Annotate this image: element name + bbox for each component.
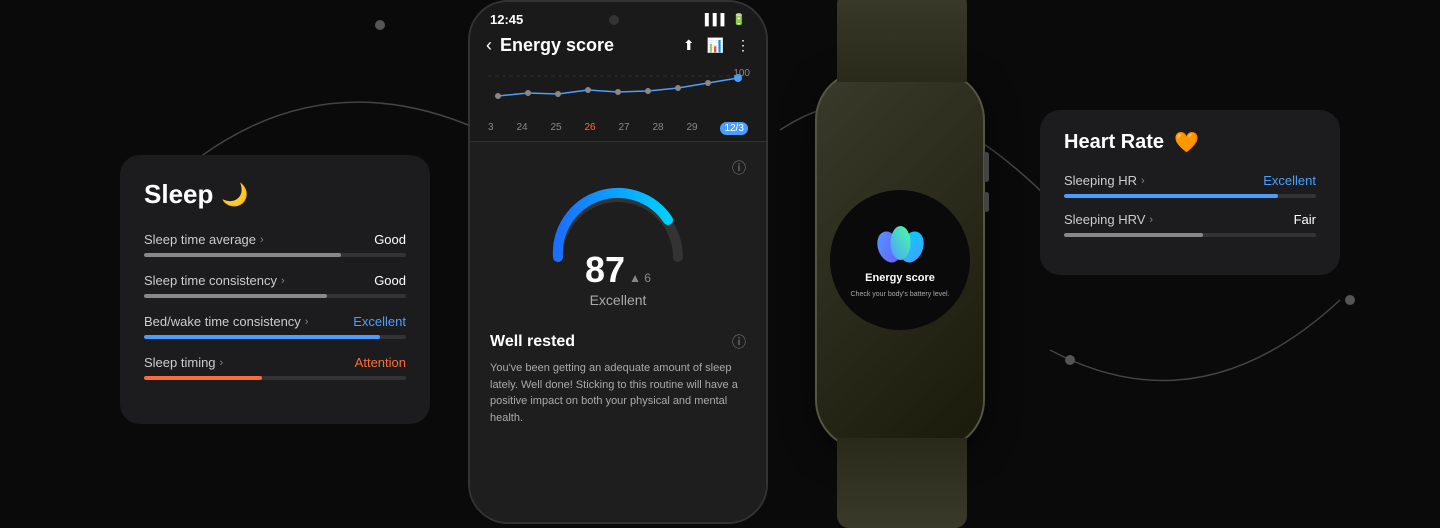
battery-icon: 🔋 bbox=[732, 13, 746, 26]
hr-card-title: Heart Rate 🧡 bbox=[1064, 130, 1316, 155]
sleep-title: Sleep bbox=[144, 179, 213, 210]
phone-mockup: 12:45 ▌▌▌ 🔋 ‹ Energy score ⬆ 📊 ⋮ 100 bbox=[468, 0, 768, 524]
date-24: 24 bbox=[516, 122, 527, 135]
gauge-container: 87 ▲ 6 Excellent bbox=[490, 182, 746, 308]
hr-title: Heart Rate bbox=[1064, 131, 1164, 154]
date-27: 27 bbox=[618, 122, 629, 135]
hr-metric-value-1: Excellent bbox=[1263, 173, 1316, 188]
metric-label-4: Sleep timing › bbox=[144, 355, 223, 370]
progress-fill-3 bbox=[144, 335, 380, 339]
watch-button-right[interactable] bbox=[984, 152, 989, 182]
hr-metric-header-2: Sleeping HRV › Fair bbox=[1064, 212, 1316, 227]
score-number: 87 bbox=[585, 252, 625, 288]
watch-strap-top bbox=[837, 0, 967, 82]
chart-max-label: 100 bbox=[733, 68, 750, 79]
hr-metric-label-1: Sleeping HR › bbox=[1064, 173, 1145, 188]
metric-value-4: Attention bbox=[355, 355, 406, 370]
hr-metric-label-2: Sleeping HRV › bbox=[1064, 212, 1153, 227]
hr-progress-fill-2 bbox=[1064, 233, 1203, 237]
metric-row-2[interactable]: Sleep time consistency › Good bbox=[144, 273, 406, 298]
date-25: 25 bbox=[550, 122, 561, 135]
phone-time: 12:45 bbox=[490, 12, 523, 27]
metric-label-1: Sleep time average › bbox=[144, 232, 264, 247]
metric-row-4[interactable]: Sleep timing › Attention bbox=[144, 355, 406, 380]
hr-progress-fill-1 bbox=[1064, 194, 1278, 198]
progress-bar-2 bbox=[144, 294, 406, 298]
chart-dates: 3 24 25 26 27 28 29 12/3 bbox=[486, 122, 750, 135]
watch-container: Energy score Check your body's battery l… bbox=[800, 50, 1000, 470]
progress-bar-4 bbox=[144, 376, 406, 380]
metric-value-2: Good bbox=[374, 273, 406, 288]
metric-row-3[interactable]: Bed/wake time consistency › Excellent bbox=[144, 314, 406, 339]
metric-row-1[interactable]: Sleep time average › Good bbox=[144, 232, 406, 257]
progress-bar-1 bbox=[144, 253, 406, 257]
progress-bar-3 bbox=[144, 335, 406, 339]
app-title: Energy score bbox=[500, 35, 675, 56]
hr-progress-bar-2 bbox=[1064, 233, 1316, 237]
phone-camera bbox=[609, 15, 619, 25]
phone-status-icons: ▌▌▌ 🔋 bbox=[705, 13, 746, 26]
header-icons: ⬆ 📊 ⋮ bbox=[683, 37, 750, 54]
metric-value-1: Good bbox=[374, 232, 406, 247]
hr-metric-value-2: Fair bbox=[1294, 212, 1316, 227]
app-header: ‹ Energy score ⬆ 📊 ⋮ bbox=[470, 27, 766, 64]
hr-metric-header-1: Sleeping HR › Excellent bbox=[1064, 173, 1316, 188]
hr-metric-row-1[interactable]: Sleeping HR › Excellent bbox=[1064, 173, 1316, 198]
chart-icon[interactable]: 📊 bbox=[707, 37, 724, 54]
back-button[interactable]: ‹ bbox=[486, 35, 492, 56]
metric-value-3: Excellent bbox=[353, 314, 406, 329]
metric-label-2: Sleep time consistency › bbox=[144, 273, 285, 288]
info-icon-2[interactable]: ⓘ bbox=[732, 332, 746, 352]
date-active[interactable]: 12/3 bbox=[720, 122, 747, 135]
date-26: 26 bbox=[584, 122, 595, 135]
well-rested-header: Well rested ⓘ bbox=[490, 332, 746, 352]
watch-screen: Energy score Check your body's battery l… bbox=[830, 190, 970, 330]
well-rested-description: You've been getting an adequate amount o… bbox=[490, 360, 746, 426]
score-info-row: ⓘ bbox=[490, 158, 746, 178]
watch-energy-desc: Check your body's battery level. bbox=[843, 290, 958, 299]
hr-progress-bar-1 bbox=[1064, 194, 1316, 198]
watch-strap-bottom bbox=[837, 438, 967, 528]
score-section: ⓘ 87 ▲ 6 Excellent bbox=[470, 142, 766, 522]
hr-metric-row-2[interactable]: Sleeping HRV › Fair bbox=[1064, 212, 1316, 237]
well-rested-section: Well rested ⓘ You've been getting an ade… bbox=[490, 320, 746, 426]
chart-area: 100 3 24 25 26 27 bbox=[470, 64, 766, 141]
chart-line: 100 bbox=[486, 68, 750, 118]
score-delta: ▲ 6 bbox=[629, 271, 651, 285]
date-29: 29 bbox=[686, 122, 697, 135]
signal-icon: ▌▌▌ bbox=[705, 14, 728, 26]
well-rested-title: Well rested bbox=[490, 333, 575, 351]
more-icon[interactable]: ⋮ bbox=[736, 37, 750, 54]
watch-body: Energy score Check your body's battery l… bbox=[815, 70, 985, 450]
watch-button-right-2[interactable] bbox=[984, 192, 989, 212]
watch-logo bbox=[873, 221, 928, 266]
sleep-card: Sleep 🌙 Sleep time average › Good Sleep … bbox=[120, 155, 430, 424]
metric-label-3: Bed/wake time consistency › bbox=[144, 314, 308, 329]
date-3: 3 bbox=[488, 122, 494, 135]
progress-fill-1 bbox=[144, 253, 341, 257]
moon-icon: 🌙 bbox=[221, 182, 248, 208]
heart-icon: 🧡 bbox=[1174, 130, 1199, 155]
heart-rate-card: Heart Rate 🧡 Sleeping HR › Excellent Sle… bbox=[1040, 110, 1340, 275]
progress-fill-4 bbox=[144, 376, 262, 380]
info-icon[interactable]: ⓘ bbox=[732, 158, 746, 178]
phone-notch-area: 12:45 ▌▌▌ 🔋 bbox=[470, 2, 766, 27]
watch-energy-title: Energy score bbox=[865, 272, 935, 284]
date-28: 28 bbox=[652, 122, 663, 135]
share-icon[interactable]: ⬆ bbox=[683, 37, 695, 54]
sleep-card-title: Sleep 🌙 bbox=[144, 179, 406, 210]
score-label: Excellent bbox=[590, 292, 647, 308]
progress-fill-2 bbox=[144, 294, 327, 298]
